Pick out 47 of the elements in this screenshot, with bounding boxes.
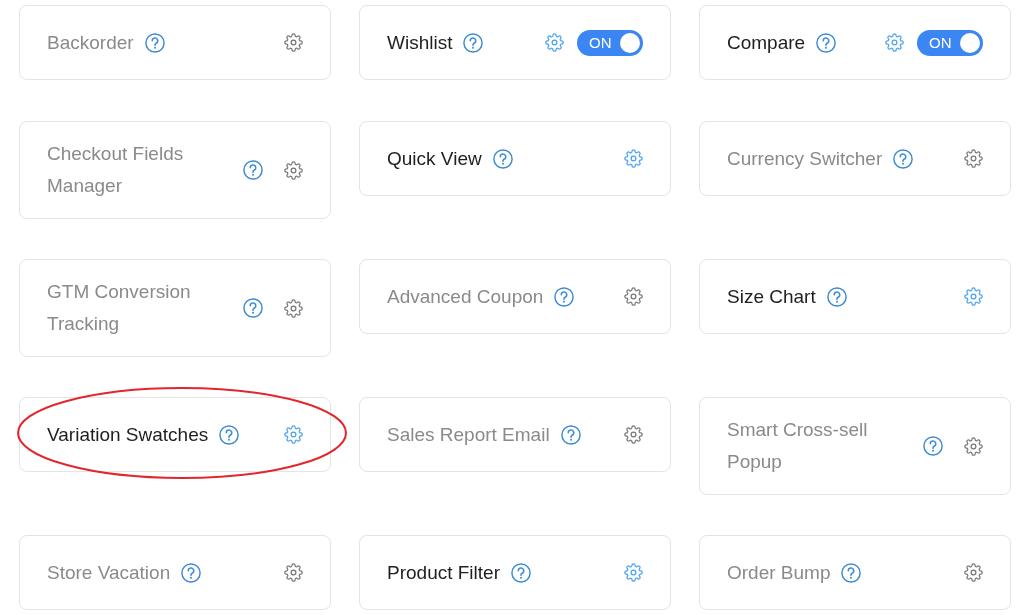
help-icon[interactable] xyxy=(816,32,837,53)
settings-icon[interactable] xyxy=(284,425,303,444)
help-icon[interactable] xyxy=(492,148,513,169)
feature-title: Product Filter xyxy=(387,560,500,585)
feature-title: Quick View xyxy=(387,146,482,171)
settings-icon[interactable] xyxy=(885,33,904,52)
settings-icon[interactable] xyxy=(624,425,643,444)
feature-title: Order Bump xyxy=(727,560,831,585)
help-icon[interactable] xyxy=(560,424,581,445)
feature-title: Size Chart xyxy=(727,284,816,309)
feature-title: Compare xyxy=(727,30,806,55)
feature-title: Store Vacation xyxy=(47,560,171,585)
toggle-switch[interactable]: ON xyxy=(917,29,983,56)
feature-title: Backorder xyxy=(47,30,134,55)
settings-icon[interactable] xyxy=(624,563,643,582)
settings-icon[interactable] xyxy=(624,149,643,168)
feature-title: Advanced Coupon xyxy=(387,284,544,309)
help-icon[interactable] xyxy=(554,286,575,307)
feature-title: GTM Conversion Tracking xyxy=(47,280,192,336)
help-icon[interactable] xyxy=(511,562,531,583)
help-icon[interactable] xyxy=(144,32,165,53)
feature-title: Checkout Fields Manager xyxy=(47,142,185,198)
help-icon[interactable] xyxy=(463,32,484,53)
settings-icon[interactable] xyxy=(284,160,303,180)
help-icon[interactable] xyxy=(893,148,914,169)
help-icon[interactable] xyxy=(243,298,263,318)
feature-title: Wishlist xyxy=(387,30,453,55)
settings-icon[interactable] xyxy=(964,436,983,456)
settings-icon[interactable] xyxy=(545,33,564,52)
feature-title: Variation Swatches xyxy=(47,422,209,447)
settings-icon[interactable] xyxy=(284,298,303,318)
settings-icon[interactable] xyxy=(284,33,303,52)
help-icon[interactable] xyxy=(219,424,240,445)
help-icon[interactable] xyxy=(243,160,263,180)
help-icon[interactable] xyxy=(841,562,862,583)
help-icon[interactable] xyxy=(181,562,202,583)
settings-icon[interactable] xyxy=(284,563,303,582)
help-icon[interactable] xyxy=(826,286,847,307)
feature-title: Sales Report Email xyxy=(387,422,550,447)
help-icon[interactable] xyxy=(923,436,943,456)
feature-title: Currency Switcher xyxy=(727,146,883,171)
toggle-switch[interactable]: ON xyxy=(577,29,643,56)
feature-title: Smart Cross-sell Popup xyxy=(727,418,869,474)
settings-icon[interactable] xyxy=(964,563,983,582)
settings-icon[interactable] xyxy=(964,149,983,168)
settings-icon[interactable] xyxy=(964,287,983,306)
settings-icon[interactable] xyxy=(624,287,643,306)
